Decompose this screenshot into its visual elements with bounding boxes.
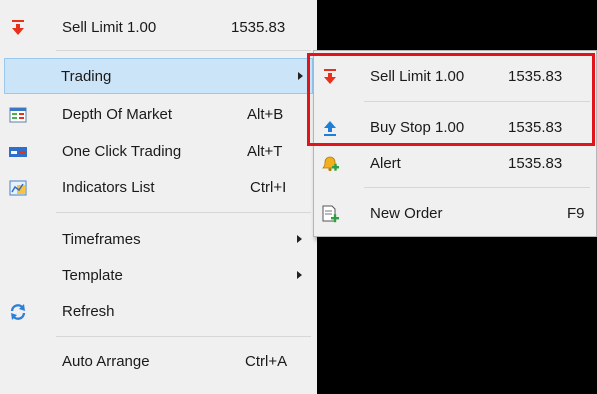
menu-item-label: One Click Trading — [62, 143, 182, 160]
menu-item-indicators-list[interactable]: Indicators List Ctrl+I — [0, 170, 317, 206]
menu-item-timeframes[interactable]: Timeframes — [0, 222, 317, 258]
menu-item-value: 1535.83 — [231, 19, 286, 36]
menu-item-shortcut: Ctrl+A — [245, 353, 288, 370]
menu-item-shortcut: Ctrl+I — [250, 179, 287, 196]
submenu-arrow-icon — [297, 235, 302, 243]
menu-item-label: Indicators List — [62, 179, 155, 196]
menu-item-label: Template — [62, 267, 123, 284]
menu-item-auto-arrange[interactable]: Auto Arrange Ctrl+A — [0, 344, 317, 380]
sell-arrow-icon — [12, 20, 24, 35]
menu-item-one-click-trading[interactable]: One Click Trading Alt+T — [0, 134, 317, 170]
menu-item-trading[interactable]: Trading — [4, 58, 313, 94]
submenu-item-label: Alert — [370, 155, 401, 172]
submenu-item-value: 1535.83 — [508, 68, 563, 85]
one-click-trading-icon — [9, 147, 27, 157]
submenu-item-shortcut: F9 — [567, 205, 585, 222]
new-order-icon — [322, 205, 339, 223]
menu-separator — [56, 50, 311, 51]
menu-item-sell-limit[interactable]: Sell Limit 1.00 1535.83 — [0, 10, 317, 46]
menu-separator — [56, 212, 311, 213]
menu-item-label: Sell Limit 1.00 — [62, 19, 157, 36]
alert-bell-icon — [322, 156, 339, 172]
indicators-list-icon — [9, 180, 27, 196]
context-menu: Sell Limit 1.00 1535.83 Trading Depth Of… — [0, 0, 317, 394]
menu-item-refresh[interactable]: Refresh — [0, 294, 317, 330]
refresh-icon — [10, 304, 26, 320]
submenu-item-new-order[interactable]: New Order F9 — [314, 196, 596, 232]
menu-separator — [56, 336, 311, 337]
submenu-arrow-icon — [297, 271, 302, 279]
submenu-item-value: 1535.83 — [508, 155, 563, 172]
submenu-arrow-icon — [298, 72, 303, 80]
menu-item-label: Auto Arrange — [62, 353, 150, 370]
submenu-item-sell-limit[interactable]: Sell Limit 1.00 1535.83 — [314, 59, 596, 95]
trading-submenu: Sell Limit 1.00 1535.83 Buy Stop 1.00 15… — [313, 50, 597, 237]
menu-item-label: Depth Of Market — [62, 106, 173, 123]
menu-item-label: Trading — [61, 68, 112, 85]
menu-item-shortcut: Alt+B — [247, 106, 284, 123]
sell-arrow-icon — [324, 69, 336, 84]
menu-separator — [364, 101, 590, 102]
menu-item-label: Refresh — [62, 303, 115, 320]
menu-item-depth-of-market[interactable]: Depth Of Market Alt+B — [0, 97, 317, 133]
submenu-item-buy-stop[interactable]: Buy Stop 1.00 1535.83 — [314, 110, 596, 146]
submenu-item-label: Buy Stop 1.00 — [370, 119, 465, 136]
menu-item-shortcut: Alt+T — [247, 143, 283, 160]
menu-separator — [364, 187, 590, 188]
submenu-item-label: Sell Limit 1.00 — [370, 68, 465, 85]
buy-arrow-icon — [324, 121, 336, 136]
submenu-item-label: New Order — [370, 205, 443, 222]
submenu-item-alert[interactable]: Alert 1535.83 — [314, 146, 596, 182]
menu-item-label: Timeframes — [62, 231, 141, 248]
submenu-item-value: 1535.83 — [508, 119, 563, 136]
menu-item-template[interactable]: Template — [0, 258, 317, 294]
depth-of-market-icon — [9, 107, 27, 123]
